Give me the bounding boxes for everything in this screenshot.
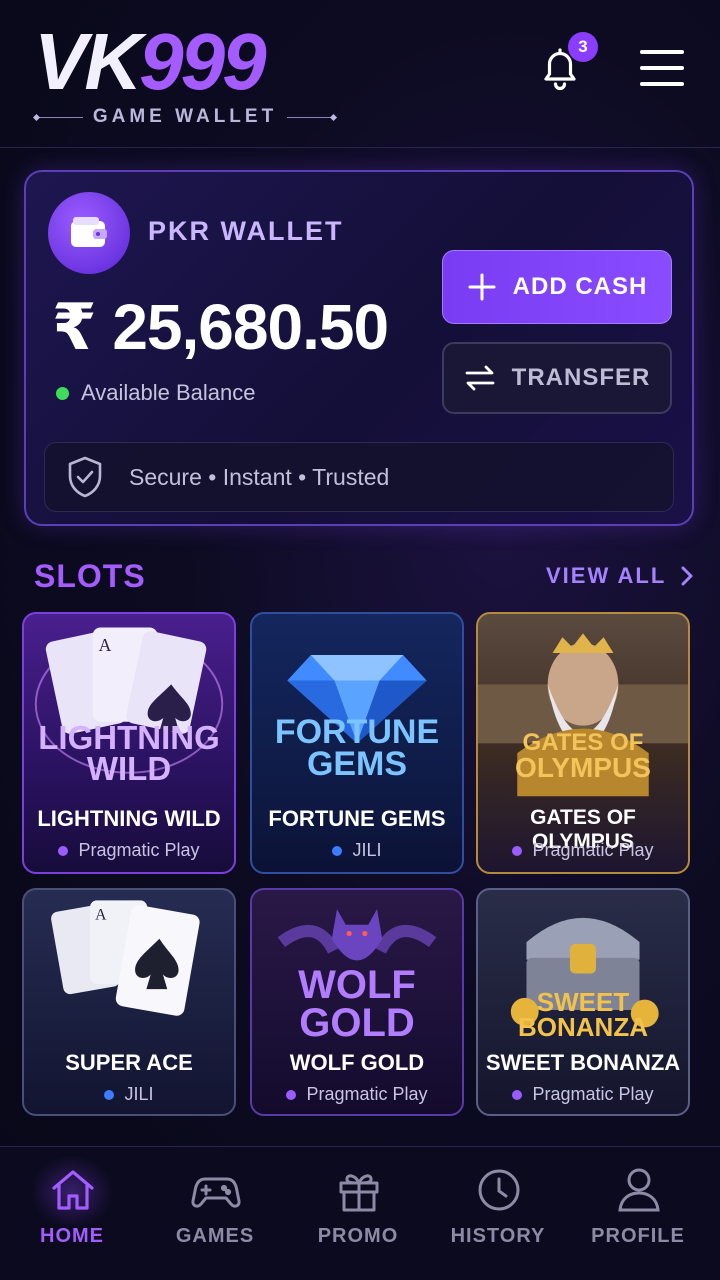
wallet-icon — [48, 192, 130, 274]
logo-number: 999 — [139, 17, 266, 106]
user-icon — [618, 1168, 660, 1212]
game-provider: Pragmatic Play — [24, 840, 234, 861]
nav-label: HOME — [40, 1225, 104, 1247]
nav-label: PROMO — [317, 1225, 399, 1247]
status-dot — [56, 386, 69, 400]
game-name: LIGHTNING WILD — [37, 806, 221, 831]
wallet-balance: ₹ 25,680.50 — [52, 291, 389, 363]
nav-history[interactable]: HISTORY — [426, 1147, 570, 1280]
bottom-navigation: HOME GAMES PROMO HISTORY PROFILE — [0, 1146, 720, 1280]
nav-label: HISTORY — [450, 1225, 546, 1247]
available-balance-label: Available Balance — [56, 380, 256, 406]
game-provider: JILI — [24, 1084, 234, 1105]
add-cash-button[interactable]: ADD CASH — [442, 250, 672, 324]
game-art-title: FORTUNE GEMS — [274, 713, 440, 784]
game-card-wolf-gold[interactable]: WOLF GOLD WOLF GOLD Pragmatic Play — [250, 888, 464, 1116]
game-art-title: GATES OF OLYMPUS — [515, 729, 651, 783]
security-strip: Secure • Instant • Trusted — [44, 442, 674, 512]
game-art-title: SWEET BONANZA — [518, 987, 648, 1042]
game-provider: Pragmatic Play — [478, 1084, 688, 1105]
transfer-label: TRANSFER — [511, 364, 651, 391]
game-card-fortune-gems[interactable]: FORTUNE GEMS FORTUNE GEMS JILI — [250, 612, 464, 874]
tagline-text: GAME WALLET — [92, 106, 278, 127]
slots-section-title: SLOTS — [34, 558, 146, 594]
view-all-link[interactable]: VIEW ALL — [546, 563, 694, 589]
gift-icon — [339, 1174, 379, 1212]
game-card-gates-of-olympus[interactable]: GATES OF OLYMPUS GATES OF OLYMPUS Pragmat… — [476, 612, 690, 874]
view-all-label: VIEW ALL — [546, 563, 667, 588]
add-cash-label: ADD CASH — [512, 273, 648, 300]
security-text: Secure • Instant • Trusted — [129, 463, 390, 490]
clock-icon — [478, 1169, 520, 1211]
brand-tagline: GAME WALLET — [34, 104, 337, 130]
svg-text:A: A — [95, 907, 107, 924]
app-header: VK999 GAME WALLET 3 — [0, 0, 720, 148]
game-name: WOLF GOLD — [289, 1050, 425, 1075]
nav-label: GAMES — [175, 1225, 255, 1247]
plus-icon — [468, 273, 496, 301]
shield-check-icon — [68, 456, 102, 498]
game-name: SWEET BONANZA — [485, 1050, 681, 1075]
nav-home[interactable]: HOME — [0, 1147, 144, 1280]
nav-games[interactable]: GAMES — [143, 1147, 287, 1280]
game-name: FORTUNE GEMS — [268, 806, 446, 831]
available-text: Available Balance — [81, 380, 256, 405]
transfer-arrows-icon — [465, 365, 495, 391]
wallet-title: PKR WALLET — [148, 216, 344, 246]
logo-vk: VK — [34, 17, 142, 106]
brand-logo: VK999 — [34, 22, 267, 102]
nav-profile[interactable]: PROFILE — [566, 1147, 710, 1280]
home-icon — [52, 1170, 94, 1210]
notification-badge: 3 — [568, 32, 598, 62]
chevron-right-icon — [681, 566, 693, 586]
game-card-sweet-bonanza[interactable]: SWEET BONANZA SWEET BONANZA Pragmatic Pla… — [476, 888, 690, 1116]
game-art-title: WOLF GOLD — [298, 963, 416, 1045]
wallet-card: PKR WALLET ₹ 25,680.50 Available Balance… — [24, 170, 694, 526]
nav-promo[interactable]: PROMO — [286, 1147, 430, 1280]
game-card-lightning-wild[interactable]: A LIGHTNING WILD LIGHTNING WILD Pragmatic… — [22, 612, 236, 874]
gamepad-icon — [191, 1177, 241, 1208]
game-name: SUPER ACE — [65, 1050, 193, 1075]
nav-label: PROFILE — [591, 1225, 685, 1247]
game-card-super-ace[interactable]: A SUPER ACE JILI — [22, 888, 236, 1116]
game-provider: JILI — [252, 840, 462, 861]
ace-cards-art: A — [51, 900, 200, 1016]
game-provider: Pragmatic Play — [478, 840, 688, 861]
hamburger-menu-icon[interactable] — [640, 50, 684, 86]
svg-text:A: A — [99, 635, 112, 655]
game-art-title: LIGHTNING WILD — [38, 719, 220, 788]
transfer-button[interactable]: TRANSFER — [442, 342, 672, 414]
game-provider: Pragmatic Play — [252, 1084, 462, 1105]
